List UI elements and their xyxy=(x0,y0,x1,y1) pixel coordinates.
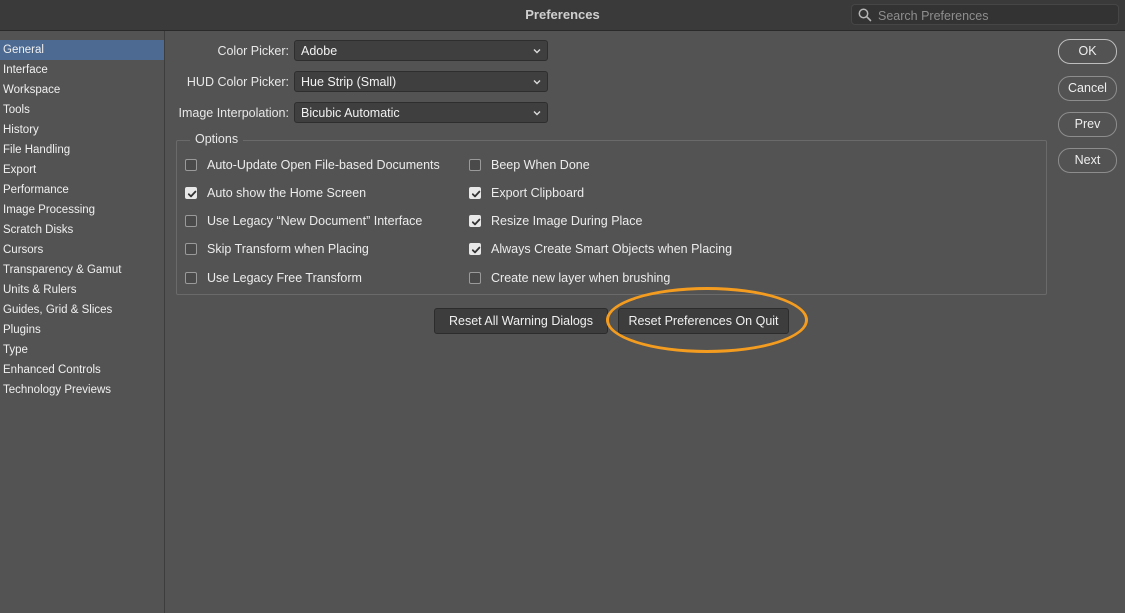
option-label: Auto show the Home Screen xyxy=(207,186,367,200)
chevron-down-icon xyxy=(533,111,541,116)
cancel-button[interactable]: Cancel xyxy=(1058,76,1117,101)
option-label: Always Create Smart Objects when Placing xyxy=(491,242,733,256)
sidebar-item-file-handling[interactable]: File Handling xyxy=(0,140,164,160)
color-picker-value: Adobe xyxy=(301,44,338,58)
checkbox[interactable] xyxy=(469,159,481,171)
checkbox[interactable] xyxy=(185,215,197,227)
title-bar: Preferences xyxy=(0,0,1125,31)
image-interpolation-select[interactable]: Bicubic Automatic xyxy=(294,102,548,123)
options-title: Options xyxy=(190,132,244,146)
prev-button[interactable]: Prev xyxy=(1058,112,1117,137)
option-label: Create new layer when brushing xyxy=(491,271,671,285)
checkbox[interactable] xyxy=(469,272,481,284)
sidebar-item-guides-grid-slices[interactable]: Guides, Grid & Slices xyxy=(0,300,164,320)
option-label: Resize Image During Place xyxy=(491,214,643,228)
color-picker-row: Color Picker: xyxy=(0,40,289,62)
checkbox[interactable] xyxy=(185,187,197,199)
checkmark-icon xyxy=(471,218,481,226)
chevron-down-icon xyxy=(533,49,541,54)
checkbox[interactable] xyxy=(469,187,481,199)
sidebar-item-technology-previews[interactable]: Technology Previews xyxy=(0,380,164,400)
sidebar-item-type[interactable]: Type xyxy=(0,340,164,360)
checkbox[interactable] xyxy=(469,243,481,255)
checkbox[interactable] xyxy=(185,159,197,171)
reset-preferences-on-quit-button[interactable]: Reset Preferences On Quit xyxy=(618,308,789,334)
search-box[interactable] xyxy=(851,4,1119,25)
hud-color-picker-label: HUD Color Picker: xyxy=(186,75,289,89)
sidebar-item-image-processing[interactable]: Image Processing xyxy=(0,200,164,220)
checkmark-icon xyxy=(471,190,481,198)
color-picker-label: Color Picker: xyxy=(217,44,289,58)
option-label: Export Clipboard xyxy=(491,186,585,200)
hud-color-picker-select[interactable]: Hue Strip (Small) xyxy=(294,71,548,92)
sidebar-item-enhanced-controls[interactable]: Enhanced Controls xyxy=(0,360,164,380)
search-input[interactable] xyxy=(876,6,1116,25)
image-interpolation-value: Bicubic Automatic xyxy=(301,106,400,120)
option-label: Skip Transform when Placing xyxy=(207,242,369,256)
checkbox[interactable] xyxy=(185,272,197,284)
checkbox[interactable] xyxy=(469,215,481,227)
image-interpolation-row: Image Interpolation: xyxy=(0,102,290,124)
image-interpolation-label: Image Interpolation: xyxy=(178,106,290,120)
option-label: Use Legacy Free Transform xyxy=(207,271,362,285)
sidebar-item-scratch-disks[interactable]: Scratch Disks xyxy=(0,220,164,240)
sidebar-item-plugins[interactable]: Plugins xyxy=(0,320,164,340)
sidebar-item-transparency-gamut[interactable]: Transparency & Gamut xyxy=(0,260,164,280)
sidebar-item-export[interactable]: Export xyxy=(0,160,164,180)
hud-color-picker-row: HUD Color Picker: xyxy=(0,71,289,93)
checkbox[interactable] xyxy=(185,243,197,255)
checkmark-icon xyxy=(187,190,197,198)
checkmark-icon xyxy=(471,246,481,254)
sidebar-item-units-rulers[interactable]: Units & Rulers xyxy=(0,280,164,300)
sidebar-item-cursors[interactable]: Cursors xyxy=(0,240,164,260)
search-icon xyxy=(858,8,872,22)
next-button[interactable]: Next xyxy=(1058,148,1117,173)
option-label: Auto-Update Open File-based Documents xyxy=(207,158,440,172)
color-picker-select[interactable]: Adobe xyxy=(294,40,548,61)
hud-color-picker-value: Hue Strip (Small) xyxy=(301,75,397,89)
ok-button[interactable]: OK xyxy=(1058,39,1117,64)
sidebar-list: General Interface Workspace Tools History Fil… xyxy=(0,40,164,400)
option-label: Use Legacy “New Document” Interface xyxy=(207,214,423,228)
sidebar-item-performance[interactable]: Performance xyxy=(0,180,164,200)
chevron-down-icon xyxy=(533,80,541,85)
option-label: Beep When Done xyxy=(491,158,590,172)
reset-warning-dialogs-button[interactable]: Reset All Warning Dialogs xyxy=(434,308,608,334)
